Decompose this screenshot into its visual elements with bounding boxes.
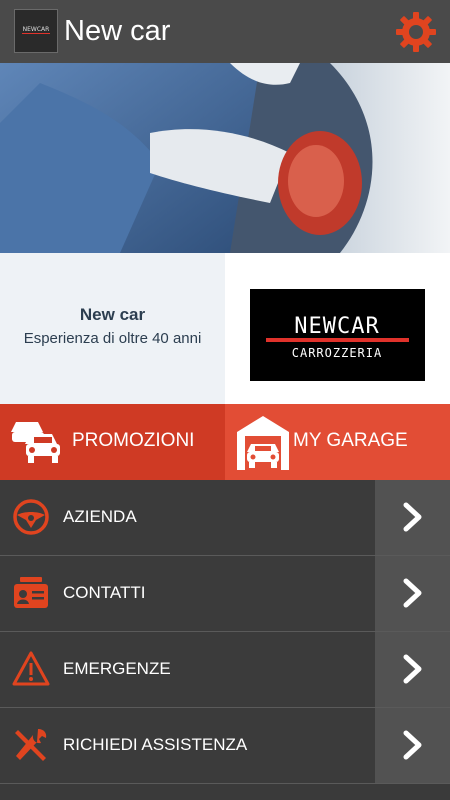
my-garage-button[interactable]: MY GARAGE <box>225 404 450 480</box>
brand-line2: CARROZZERIA <box>292 346 382 360</box>
info-title: New car <box>79 305 146 324</box>
menu-label-richiedi-assistenza: RICHIEDI ASSISTENZA <box>63 735 248 754</box>
chevron-right-icon[interactable] <box>375 556 450 631</box>
gear-icon[interactable] <box>394 10 438 54</box>
cars-icon <box>11 422 60 463</box>
menu-item-richiedi-assistenza[interactable]: RICHIEDI ASSISTENZA <box>0 708 450 784</box>
main-menu: AZIENDA CONTATTI EMERGENZE RICHIEDI ASSI… <box>0 480 450 784</box>
menu-label-azienda: AZIENDA <box>63 507 137 526</box>
tools-icon <box>15 729 47 761</box>
promozioni-button[interactable]: PROMOZIONI <box>0 404 225 480</box>
contact-card-icon <box>14 577 48 608</box>
info-subtitle: Esperienza di oltre 40 anni <box>23 330 202 347</box>
menu-label-contatti: CONTATTI <box>63 583 146 602</box>
menu-label-emergenze: EMERGENZE <box>63 659 171 678</box>
garage-icon <box>237 416 289 470</box>
app-title: New car <box>64 15 171 47</box>
steering-wheel-icon <box>13 499 49 535</box>
promozioni-label: PROMOZIONI <box>72 430 195 451</box>
newcar-logo-icon: NEWCAR <box>22 26 50 34</box>
app-logo: NEWCAR <box>14 9 58 53</box>
hero-image <box>0 63 450 253</box>
brand-accent-line <box>266 338 409 342</box>
svg-text:NEWCAR: NEWCAR <box>23 26 50 33</box>
chevron-right-icon[interactable] <box>375 480 450 555</box>
chevron-right-icon[interactable] <box>375 708 450 783</box>
warning-icon <box>12 651 50 686</box>
chevron-right-icon[interactable] <box>375 632 450 707</box>
menu-item-contatti[interactable]: CONTATTI <box>0 556 450 632</box>
brand-logo: NEWCAR CARROZZERIA <box>250 289 425 381</box>
menu-item-emergenze[interactable]: EMERGENZE <box>0 632 450 708</box>
brand-panel: NEWCAR CARROZZERIA <box>225 253 450 404</box>
info-panel: New car Esperienza di oltre 40 anni <box>0 253 225 404</box>
brand-line1: NEWCAR <box>294 314 379 339</box>
my-garage-label: MY GARAGE <box>293 430 408 451</box>
top-bar: NEWCAR New car <box>0 0 450 63</box>
menu-item-azienda[interactable]: AZIENDA <box>0 480 450 556</box>
